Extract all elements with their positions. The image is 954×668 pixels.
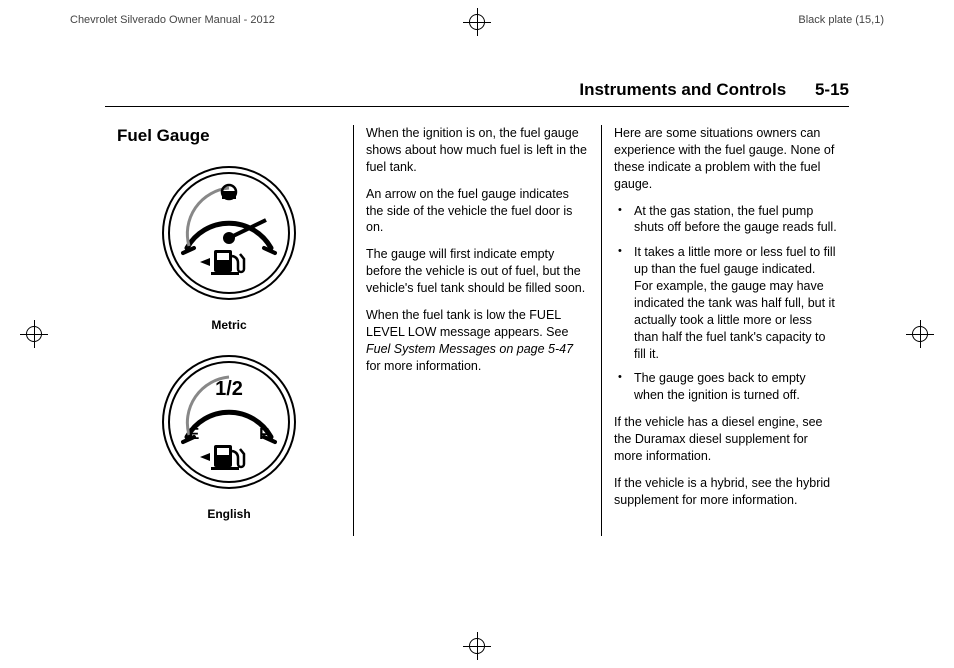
list-item: The gauge goes back to empty when the ig…	[614, 370, 837, 404]
para-situations-intro: Here are some situations owners can expe…	[614, 125, 837, 193]
xref-fuel-messages: Fuel System Messages on page 5-47	[366, 342, 573, 356]
print-header: Chevrolet Silverado Owner Manual - 2012 …	[70, 14, 884, 26]
gauge-full-label: F	[259, 426, 269, 443]
page-body: Instruments and Controls 5-15 Fuel Gauge	[105, 80, 849, 536]
para-hybrid: If the vehicle is a hybrid, see the hybr…	[614, 475, 837, 509]
section-heading: Fuel Gauge	[117, 125, 341, 148]
registration-mark-left	[20, 320, 48, 348]
registration-mark-right	[906, 320, 934, 348]
para-low-fuel-c: for more information.	[366, 359, 481, 373]
column-3: Here are some situations owners can expe…	[601, 125, 849, 536]
registration-mark-bottom	[463, 632, 491, 660]
para-low-fuel-a: When the fuel tank is low the FUEL LEVEL…	[366, 308, 568, 339]
running-head: Instruments and Controls 5-15	[105, 80, 849, 107]
para-low-fuel: When the fuel tank is low the FUEL LEVEL…	[366, 307, 589, 375]
fuel-gauge-english-icon: 1/2 E F	[154, 347, 304, 497]
para-diesel: If the vehicle has a diesel engine, see …	[614, 414, 837, 465]
running-head-title: Instruments and Controls	[579, 80, 786, 99]
para-arrow: An arrow on the fuel gauge indicates the…	[366, 186, 589, 237]
columns: Fuel Gauge	[105, 125, 849, 536]
figure-english-gauge: 1/2 E F	[117, 347, 341, 502]
gauge-empty-label: E	[189, 426, 200, 443]
caption-metric: Metric	[117, 317, 341, 333]
column-1: Fuel Gauge	[105, 125, 353, 536]
para-empty: The gauge will first indicate empty befo…	[366, 246, 589, 297]
header-left: Chevrolet Silverado Owner Manual - 2012	[70, 14, 275, 26]
page-number: 5-15	[815, 80, 849, 99]
para-ignition: When the ignition is on, the fuel gauge …	[366, 125, 589, 176]
figure-metric-gauge	[117, 158, 341, 313]
situations-list: At the gas station, the fuel pump shuts …	[614, 203, 837, 405]
list-item: At the gas station, the fuel pump shuts …	[614, 203, 837, 237]
list-item: It takes a little more or less fuel to f…	[614, 244, 837, 362]
column-2: When the ignition is on, the fuel gauge …	[353, 125, 601, 536]
caption-english: English	[117, 506, 341, 522]
fuel-gauge-metric-icon	[154, 158, 304, 308]
gauge-half-label: 1/2	[215, 378, 243, 400]
header-right: Black plate (15,1)	[798, 14, 884, 26]
